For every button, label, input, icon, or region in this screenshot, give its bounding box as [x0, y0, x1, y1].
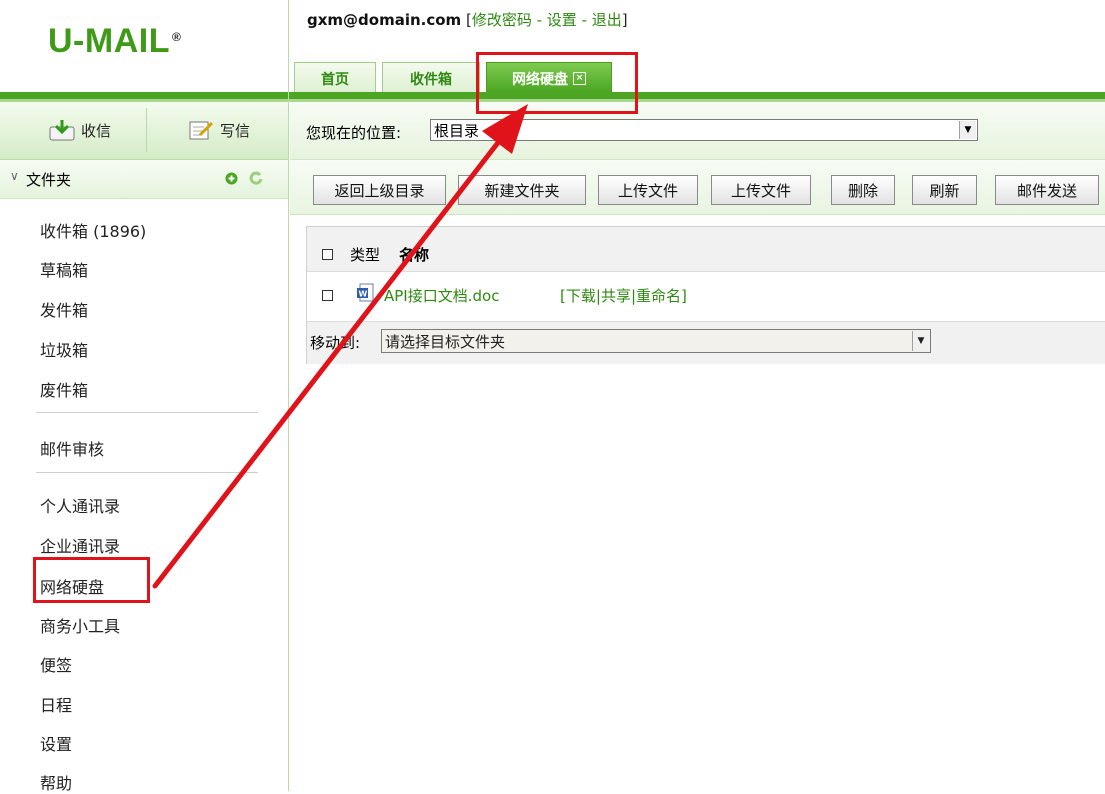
annotation-arrow [152, 104, 528, 589]
